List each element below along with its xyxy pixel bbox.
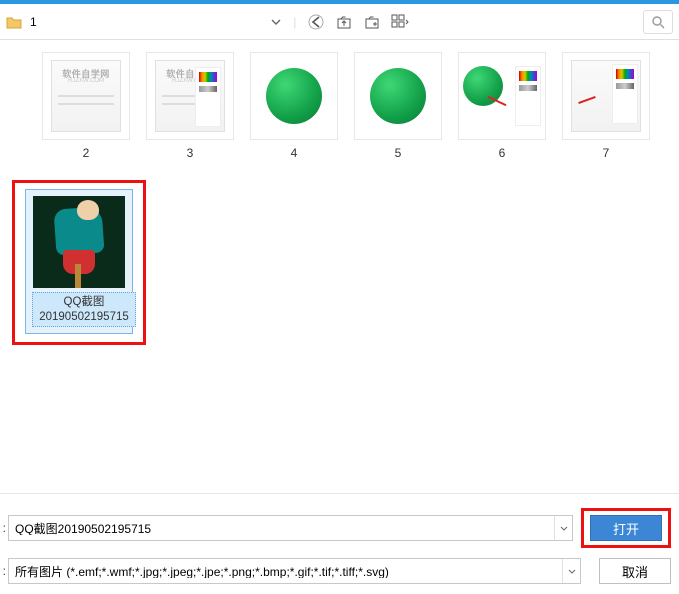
file-label: 6 — [499, 146, 506, 162]
file-item[interactable]: 软件自学网 RJZXW.COM 3 — [138, 52, 242, 162]
file-label: 4 — [291, 146, 298, 162]
file-item[interactable]: 4 — [242, 52, 346, 162]
path-dropdown[interactable] — [267, 13, 285, 31]
toolbar-separator: | — [293, 15, 296, 29]
file-item[interactable]: 5 — [346, 52, 450, 162]
file-item[interactable]: 软件自学网 RJZXW.COM 2 — [34, 52, 138, 162]
file-item[interactable]: 6 — [450, 52, 554, 162]
new-folder-icon[interactable] — [360, 10, 384, 34]
filter-combo[interactable] — [8, 558, 581, 584]
chevron-down-icon[interactable] — [554, 516, 572, 540]
file-label-selected: QQ截图 20190502195715 — [32, 292, 136, 328]
file-item-selected[interactable]: QQ截图 20190502195715 — [25, 189, 133, 335]
filter-input[interactable] — [15, 564, 574, 578]
file-label: 3 — [187, 146, 194, 162]
file-thumbnail — [354, 52, 442, 140]
chevron-down-icon[interactable] — [562, 559, 580, 583]
file-thumbnail — [458, 52, 546, 140]
file-label: 2 — [83, 146, 90, 162]
search-icon — [651, 15, 665, 29]
file-thumbnail: 软件自学网 RJZXW.COM — [146, 52, 234, 140]
filename-input[interactable] — [15, 521, 566, 535]
folder-icon — [6, 15, 22, 29]
cancel-button[interactable]: 取消 — [599, 558, 671, 584]
back-icon[interactable] — [304, 10, 328, 34]
file-grid-row2: QQ截图 20190502195715 — [0, 180, 679, 346]
view-mode-icon[interactable] — [388, 10, 412, 34]
file-item[interactable]: 7 — [554, 52, 658, 162]
file-thumbnail: 软件自学网 RJZXW.COM — [42, 52, 130, 140]
file-label: 7 — [603, 146, 610, 162]
search-button[interactable] — [643, 10, 673, 34]
up-folder-icon[interactable] — [332, 10, 356, 34]
open-button[interactable]: 打开 — [590, 515, 662, 541]
filename-combo[interactable] — [8, 515, 573, 541]
file-grid: 软件自学网 RJZXW.COM 2 软件自学网 RJZXW.COM 3 4 5 — [0, 40, 679, 180]
file-thumbnail — [250, 52, 338, 140]
file-thumbnail — [562, 52, 650, 140]
selection-highlight: QQ截图 20190502195715 — [12, 180, 146, 346]
dialog-footer: : 打开 : 取消 — [0, 493, 679, 594]
toolbar: 1 | — [0, 4, 679, 40]
open-button-highlight: 打开 — [581, 508, 671, 548]
file-label: 5 — [395, 146, 402, 162]
file-thumbnail — [33, 196, 125, 288]
breadcrumb-path[interactable]: 1 — [30, 15, 37, 29]
